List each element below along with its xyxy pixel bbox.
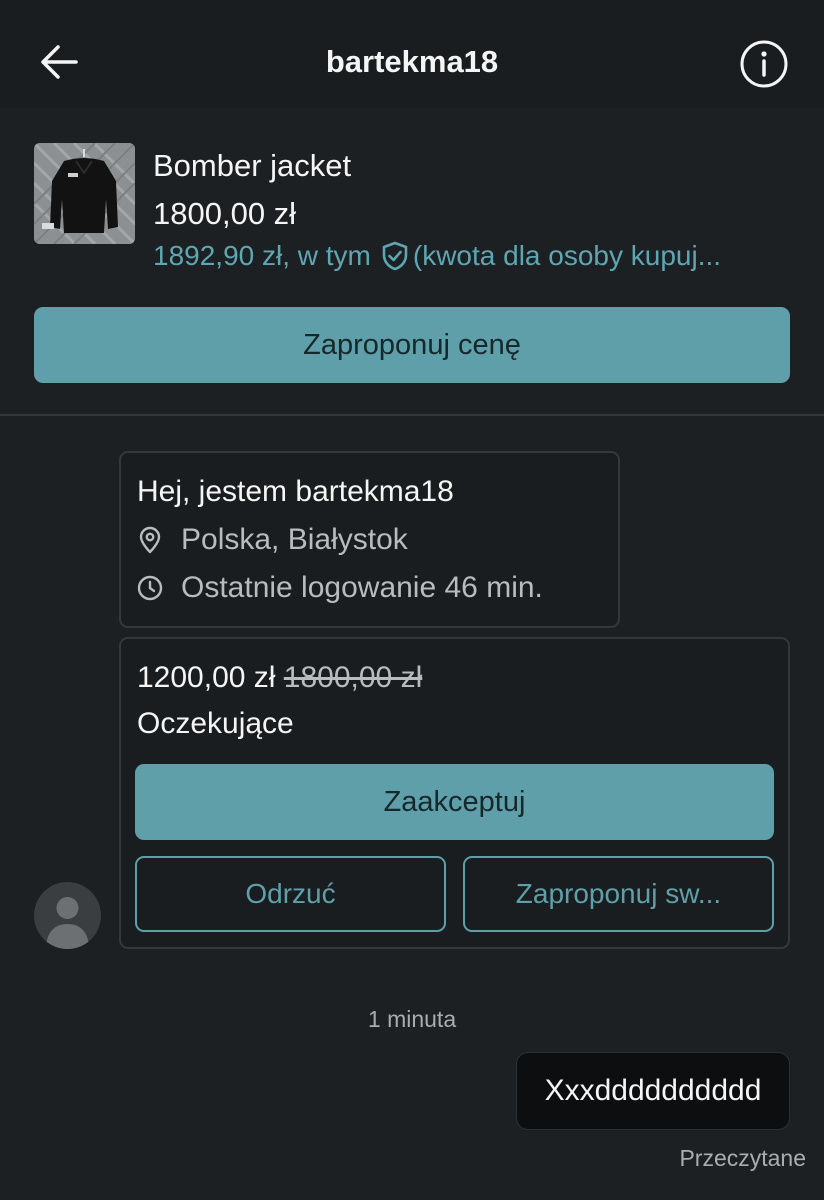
intro-greeting: Hej, jestem bartekma18 bbox=[137, 475, 454, 508]
message-text: Xxxdddddddddd bbox=[544, 1074, 762, 1107]
item-price: 1800,00 zł bbox=[153, 196, 297, 231]
offer-new-price: 1200,00 zł bbox=[137, 661, 276, 694]
seller-location: Polska, Białystok bbox=[135, 523, 408, 557]
read-receipt: Przeczytane bbox=[679, 1145, 806, 1171]
sent-message-bubble[interactable]: Xxxdddddddddd bbox=[516, 1052, 790, 1130]
item-total-price[interactable]: 1892,90 zł, w tym (kwota dla osoby kupuj… bbox=[153, 240, 793, 272]
buyer-protection-note: (kwota dla osoby kupuj... bbox=[412, 240, 722, 271]
divider bbox=[0, 414, 824, 416]
reject-offer-button[interactable]: Odrzuć bbox=[135, 856, 446, 932]
info-icon bbox=[740, 40, 788, 88]
accept-offer-button[interactable]: Zaakceptuj bbox=[135, 764, 774, 840]
message-timestamp: 1 minuta bbox=[367, 1006, 457, 1032]
jacket-photo bbox=[34, 143, 135, 244]
counter-offer-button[interactable]: Zaproponuj sw... bbox=[463, 856, 774, 932]
shield-check-icon bbox=[382, 241, 408, 271]
seller-intro-card: Hej, jestem bartekma18 Polska, Białystok… bbox=[119, 451, 620, 628]
info-button[interactable] bbox=[738, 38, 790, 90]
user-placeholder-icon bbox=[46, 897, 89, 949]
avatar[interactable] bbox=[34, 882, 101, 949]
offer-old-price: 1800,00 zł bbox=[283, 661, 423, 694]
offer-status: Oczekujące bbox=[137, 707, 294, 740]
clock-icon bbox=[137, 575, 163, 601]
price-offer-card: 1200,00 zł 1800,00 zł Oczekujące Zaakcep… bbox=[119, 637, 790, 949]
total-price-text: 1892,90 zł, w tym bbox=[153, 240, 371, 271]
item-thumbnail[interactable] bbox=[34, 143, 135, 244]
location-text: Polska, Białystok bbox=[181, 523, 408, 556]
conversation-title: bartekma18 bbox=[325, 44, 499, 79]
location-pin-icon bbox=[139, 526, 161, 554]
offer-price-line: 1200,00 zł 1800,00 zł bbox=[137, 661, 422, 695]
seller-last-login: Ostatnie logowanie 46 min. bbox=[135, 571, 543, 605]
item-title[interactable]: Bomber jacket bbox=[153, 148, 351, 184]
top-bar: bartekma18 bbox=[0, 0, 824, 108]
make-offer-button[interactable]: Zaproponuj cenę bbox=[34, 307, 790, 383]
last-login-text: Ostatnie logowanie 46 min. bbox=[181, 571, 543, 604]
